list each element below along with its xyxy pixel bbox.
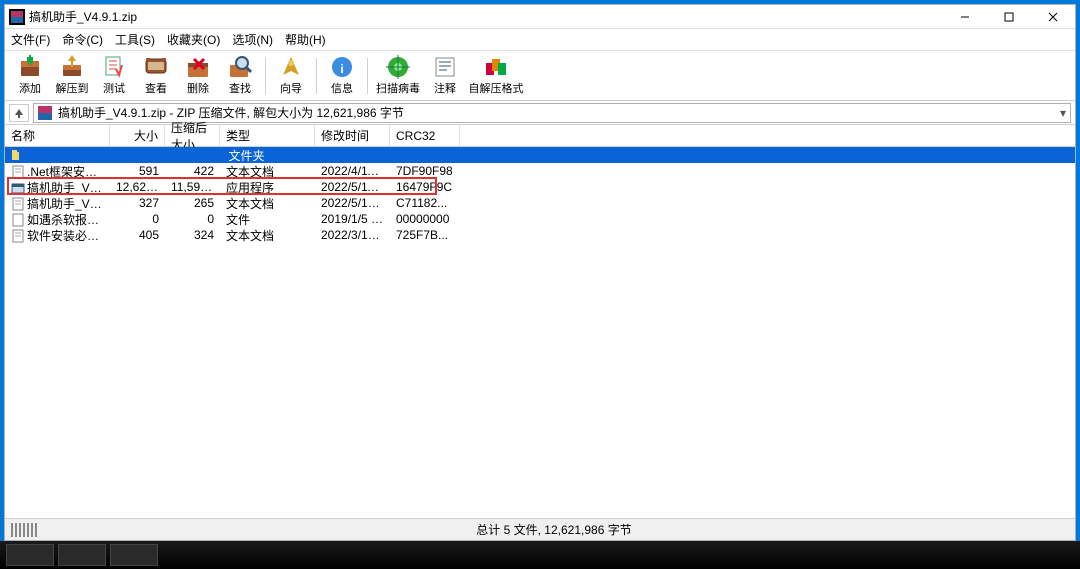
taskbar[interactable] [0, 541, 1080, 569]
comment-icon [433, 55, 457, 79]
test-icon [102, 55, 126, 79]
menu-options[interactable]: 选项(N) [232, 31, 273, 48]
toolbar-separator [316, 58, 317, 94]
path-bar: 搞机助手_V4.9.1.zip - ZIP 压缩文件, 解包大小为 12,621… [5, 101, 1075, 125]
text-file-icon [11, 165, 25, 179]
maximize-button[interactable] [987, 5, 1031, 29]
dropdown-icon[interactable]: ▾ [1060, 106, 1066, 120]
column-headers: 名称 大小 压缩后大小 类型 修改时间 CRC32 [5, 125, 1075, 147]
path-text: 搞机助手_V4.9.1.zip - ZIP 压缩文件, 解包大小为 12,621… [58, 104, 404, 121]
file-icon [11, 213, 25, 227]
taskbar-item[interactable] [58, 544, 106, 566]
text-file-icon [11, 229, 25, 243]
sfx-button[interactable]: 自解压格式 [466, 53, 526, 99]
status-bar: 总计 5 文件, 12,621,986 字节 [5, 518, 1075, 540]
header-size[interactable]: 大小 [110, 125, 165, 146]
scan-icon [386, 55, 410, 79]
header-crc[interactable]: CRC32 [390, 125, 460, 146]
comment-button[interactable]: 注释 [424, 53, 466, 99]
header-name[interactable]: 名称 [5, 125, 110, 146]
menu-bar: 文件(F) 命令(C) 工具(S) 收藏夹(O) 选项(N) 帮助(H) [5, 29, 1075, 51]
file-row[interactable]: 搞机助手_V4.9.... 327 265 文本文档 2022/5/10 15.… [5, 195, 1075, 211]
delete-icon [186, 55, 210, 79]
file-row[interactable]: .Net框架安装器.... 591 422 文本文档 2022/4/11 22.… [5, 163, 1075, 179]
archive-icon [38, 106, 52, 120]
taskbar-item[interactable] [110, 544, 158, 566]
delete-button[interactable]: 删除 [177, 53, 219, 99]
file-row[interactable]: 如遇杀软报毒请... 0 0 文件 2019/1/5 8:08 00000000 [5, 211, 1075, 227]
header-date[interactable]: 修改时间 [315, 125, 390, 146]
toolbar: 添加 解压到 测试 查看 删除 查找 向导 i 信息 [5, 51, 1075, 101]
winrar-window: 搞机助手_V4.9.1.zip 文件(F) 命令(C) 工具(S) 收藏夹(O)… [4, 4, 1076, 541]
taskbar-item[interactable] [6, 544, 54, 566]
info-icon: i [330, 55, 354, 79]
minimize-button[interactable] [943, 5, 987, 29]
add-button[interactable]: 添加 [9, 53, 51, 99]
svg-text:i: i [340, 62, 343, 76]
folder-up-icon [11, 148, 19, 162]
status-text: 总计 5 文件, 12,621,986 字节 [39, 521, 1069, 538]
close-button[interactable] [1031, 5, 1075, 29]
view-icon [144, 55, 168, 79]
menu-favorites[interactable]: 收藏夹(O) [167, 31, 220, 48]
file-row[interactable]: 搞机助手_V4.9.... 12,620,663 11,599,293 应用程序… [5, 179, 1075, 195]
file-list[interactable]: 文件夹 .Net框架安装器.... 591 422 文本文档 2022/4/11… [5, 147, 1075, 518]
file-row[interactable]: 软件安装必读！... 405 324 文本文档 2022/3/16 17... … [5, 227, 1075, 243]
info-button[interactable]: i 信息 [321, 53, 363, 99]
wizard-icon [279, 55, 303, 79]
extract-icon [60, 55, 84, 79]
add-icon [18, 55, 42, 79]
view-button[interactable]: 查看 [135, 53, 177, 99]
find-icon [228, 55, 252, 79]
menu-commands[interactable]: 命令(C) [62, 31, 103, 48]
title-bar[interactable]: 搞机助手_V4.9.1.zip [5, 5, 1075, 29]
up-button[interactable] [9, 104, 29, 122]
toolbar-separator [367, 58, 368, 94]
status-grip [11, 523, 39, 537]
menu-file[interactable]: 文件(F) [11, 31, 50, 48]
menu-tools[interactable]: 工具(S) [115, 31, 155, 48]
parent-folder-row[interactable]: 文件夹 [5, 147, 1075, 163]
find-button[interactable]: 查找 [219, 53, 261, 99]
menu-help[interactable]: 帮助(H) [285, 31, 326, 48]
header-packed[interactable]: 压缩后大小 [165, 125, 220, 146]
window-title: 搞机助手_V4.9.1.zip [29, 8, 943, 25]
text-file-icon [11, 197, 25, 211]
exe-file-icon [11, 181, 25, 195]
app-icon [9, 9, 25, 25]
header-type[interactable]: 类型 [220, 125, 315, 146]
sfx-icon [484, 55, 508, 79]
wizard-button[interactable]: 向导 [270, 53, 312, 99]
test-button[interactable]: 测试 [93, 53, 135, 99]
extract-button[interactable]: 解压到 [51, 53, 93, 99]
scan-button[interactable]: 扫描病毒 [372, 53, 424, 99]
toolbar-separator [265, 58, 266, 94]
